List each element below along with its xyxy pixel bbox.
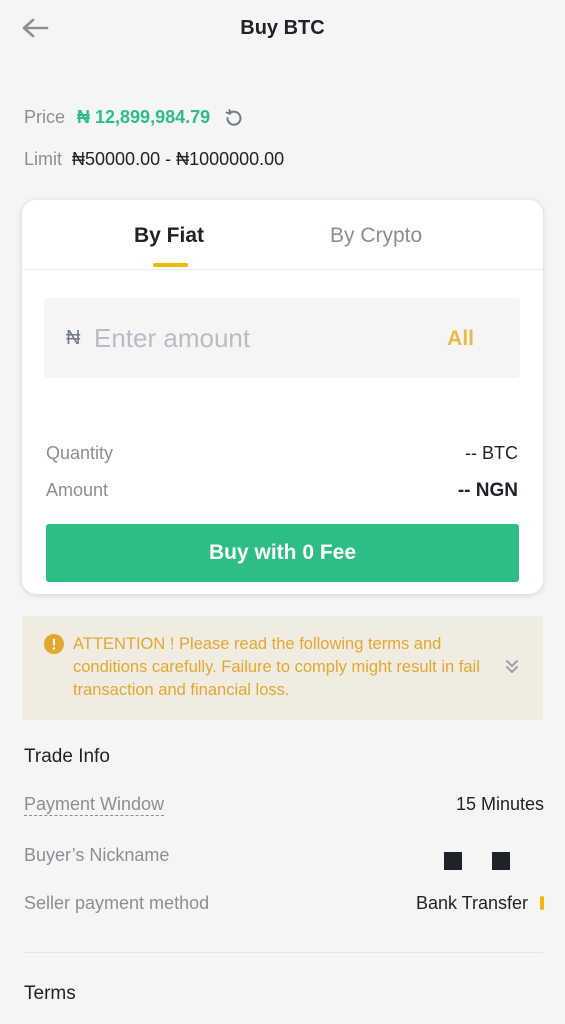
payment-method-text: Bank Transfer — [415, 893, 528, 913]
payment-method-marker — [540, 896, 544, 910]
warning-icon — [44, 634, 64, 654]
amount-label: Amount — [46, 480, 109, 500]
tab-by-fiat[interactable]: By Fiat — [134, 224, 204, 248]
header-bar: Buy BTC — [0, 0, 565, 60]
tab-bar: By Fiat By Crypto — [22, 200, 543, 270]
limit-label: Limit — [24, 149, 63, 169]
terms-title: Terms — [24, 983, 76, 1004]
price-value: ₦ 12,899,984.79 — [77, 107, 211, 127]
chevron-double-down-icon[interactable] — [504, 658, 520, 676]
limit-value: ₦50000.00 - ₦1000000.00 — [72, 149, 285, 169]
price-row: Price ₦ 12,899,984.79 — [24, 107, 244, 128]
order-card: By Fiat By Crypto ₦ All Quantity -- BTC … — [22, 200, 543, 594]
trade-info-title: Trade Info — [24, 746, 110, 767]
refresh-icon[interactable] — [224, 108, 244, 128]
seller-payment-method-value: Bank Transfer — [416, 893, 544, 914]
tab-by-crypto[interactable]: By Crypto — [330, 224, 422, 248]
attention-banner: ATTENTION ! Please read the following te… — [22, 616, 543, 720]
attention-text: ATTENTION ! Please read the following te… — [73, 635, 480, 699]
buy-button[interactable]: Buy with 0 Fee — [46, 524, 519, 582]
quantity-row: Quantity -- BTC — [46, 443, 518, 464]
redacted-block — [444, 852, 462, 870]
price-label: Price — [24, 107, 66, 127]
limit-row: Limit ₦50000.00 - ₦1000000.00 — [24, 149, 284, 170]
redacted-block — [492, 852, 510, 870]
quantity-label: Quantity — [46, 443, 114, 463]
buyer-nickname-label: Buyer’s Nickname — [24, 845, 170, 865]
amount-value: -- NGN — [457, 480, 518, 501]
naira-icon: ₦ — [66, 327, 81, 349]
seller-payment-method-row: Seller payment method Bank Transfer — [24, 893, 544, 914]
quantity-value: -- BTC — [465, 443, 518, 463]
seller-payment-method-label: Seller payment method — [24, 893, 210, 913]
all-button[interactable]: All — [447, 327, 474, 351]
amount-row: Amount -- NGN — [46, 480, 518, 502]
divider — [24, 952, 543, 953]
amount-field: ₦ All — [44, 298, 520, 378]
active-tab-indicator — [153, 263, 188, 267]
payment-window-label[interactable]: Payment Window — [24, 794, 165, 816]
amount-input[interactable] — [94, 318, 394, 358]
payment-window-row: Payment Window 15 Minutes — [24, 794, 544, 816]
page-title: Buy BTC — [240, 17, 325, 39]
payment-window-value: 15 Minutes — [455, 794, 544, 814]
buyer-nickname-row: Buyer’s Nickname — [24, 845, 544, 870]
